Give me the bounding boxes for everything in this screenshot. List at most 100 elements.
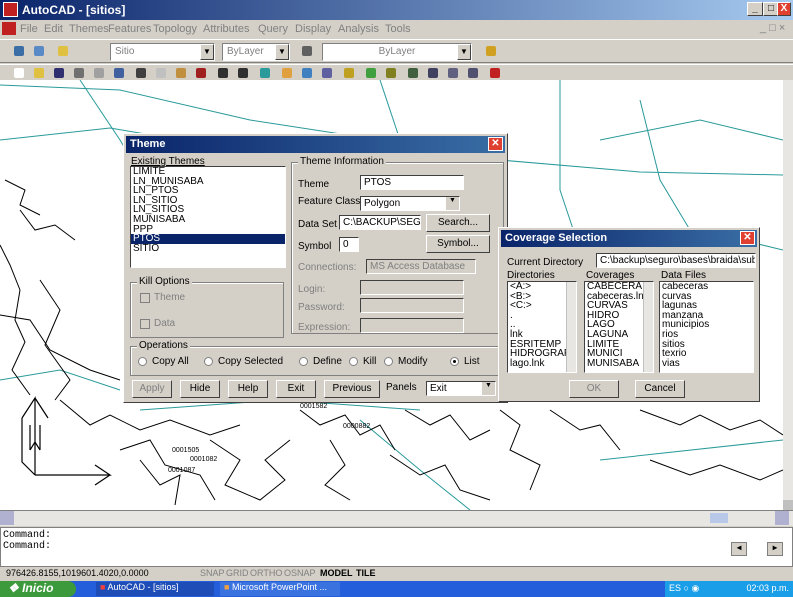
themes-list[interactable]: LIMITE LN_MUNISABA LN_PTOS LN_SITIO LN_S… [130,166,286,268]
directories-scrollbar[interactable] [566,282,576,372]
start-button[interactable]: ❖ Inicio [0,581,76,597]
map-label: 0001082 [190,456,217,463]
modify-radio[interactable] [384,357,393,366]
coverages-list[interactable]: CABECERA cabeceras.lnk CURVAS HIDRO LAGO… [584,281,654,373]
symbol-button[interactable]: Symbol... [426,235,490,253]
menu-analysis[interactable]: Analysis [338,23,379,35]
horizontal-scrollbar[interactable] [0,510,793,526]
layer-combo[interactable]: Sitio ▼ [110,43,215,61]
previous-button[interactable]: Previous [324,380,380,398]
coverages-scrollbar[interactable] [643,282,653,372]
powerpoint-task-icon: ■ [224,582,232,592]
chevron-down-icon[interactable]: ▼ [457,44,471,60]
hide-button[interactable]: Hide [180,380,220,398]
feature-class-select[interactable]: Polygon ▼ [360,196,460,211]
close-button[interactable]: X [777,2,791,16]
coordinates: 976426.8155,1019601.4020,0.0000 [6,568,149,578]
define-radio[interactable] [299,357,308,366]
properties-icon[interactable] [482,42,500,60]
minimize-button[interactable]: _ [747,2,763,16]
ok-button[interactable]: OK [569,380,619,398]
task-autocad[interactable]: ■ AutoCAD - [sitios] [96,582,214,596]
list-item[interactable]: MUNISABA [131,215,285,225]
panels-select[interactable]: Exit ▼ [426,381,496,396]
map-label: 0001582 [300,403,327,410]
kill-data-checkbox[interactable] [140,319,150,329]
search-button[interactable]: Search... [426,214,490,232]
apply-button[interactable]: Apply [132,380,172,398]
expression-field [360,318,464,333]
linetype-combo[interactable]: ByLayer ▼ [322,43,472,61]
list-radio[interactable] [450,357,459,366]
connections-label: Connections: [298,262,357,273]
menu-themes[interactable]: Themes [69,23,109,35]
menu-file[interactable]: File [20,23,38,35]
menu-edit[interactable]: Edit [44,23,63,35]
kill-options-group: Kill Options [130,276,284,338]
datafiles-list[interactable]: cabeceras curvas lagunas manzana municip… [659,281,754,373]
copy-all-radio[interactable] [138,357,147,366]
color-combo[interactable]: ByLayer ▼ [222,43,290,61]
grid-toggle[interactable]: GRID [226,568,249,578]
directories-label: Directories [507,270,555,281]
task-powerpoint[interactable]: ■ Microsoft PowerPoint ... [220,582,340,596]
menu-display[interactable]: Display [295,23,331,35]
chevron-down-icon[interactable]: ▼ [275,44,289,60]
model-toggle[interactable]: MODEL [320,568,353,578]
command-window[interactable]: Command: Command: ◀ ▶ [0,527,793,567]
network-icon[interactable]: ○ ◉ [684,583,700,593]
kill-radio[interactable] [349,357,358,366]
theme-field[interactable]: PTOS [360,175,464,190]
doc-controls[interactable]: _ □ × [760,22,785,34]
list-item[interactable]: SITIO [131,243,285,254]
exit-button[interactable]: Exit [276,380,316,398]
linetype-icon[interactable] [298,42,316,60]
snap-toggle[interactable]: SNAP [200,568,225,578]
scroll-down-icon[interactable] [783,500,793,510]
dataset-field[interactable]: C:\BACKUP\SEG [339,215,421,230]
ortho-toggle[interactable]: ORTHO [250,568,282,578]
tile-toggle[interactable]: TILE [356,568,376,578]
close-icon[interactable]: ✕ [740,231,755,245]
list-item[interactable]: vias [660,358,753,369]
layer-prev-icon[interactable] [30,42,48,60]
menu-tools[interactable]: Tools [385,23,411,35]
kill-theme-checkbox[interactable] [140,293,150,303]
chevron-down-icon[interactable]: ▼ [200,44,214,60]
cmd-scroll-left-icon[interactable]: ◀ [731,542,747,556]
help-button[interactable]: Help [228,380,268,398]
menu-features[interactable]: Features [108,23,151,35]
doc-icon [2,22,16,35]
chevron-down-icon[interactable]: ▼ [446,197,459,210]
osnap-toggle[interactable]: OSNAP [284,568,316,578]
scroll-left-icon[interactable] [0,511,14,525]
coverage-dialog: Coverage Selection ✕ Current Directory C:… [498,227,760,402]
coverage-dialog-title: Coverage Selection ✕ [501,230,757,247]
copy-selected-label: Copy Selected [218,356,284,367]
connections-select: MS Access Database [366,259,476,274]
layers-icon[interactable] [10,42,28,60]
current-dir-field[interactable]: C:\backup\seguro\bases\braida\subirar [596,253,756,268]
chevron-down-icon[interactable]: ▼ [482,382,495,395]
close-icon[interactable]: ✕ [488,137,503,151]
directories-list[interactable]: <A:> <B:> <C:> . .. lnk ESRITEMP HIDROGR… [507,281,577,373]
login-label: Login: [298,284,326,295]
properties-toolbar: Sitio ▼ ByLayer ▼ ByLayer ▼ [0,39,793,63]
cancel-button[interactable]: Cancel [635,380,685,398]
map-label: 0001505 [172,447,199,454]
menu-bar: File Edit Themes Features Topology Attri… [0,20,793,38]
cmd-scroll-right-icon[interactable]: ▶ [767,542,783,556]
copy-selected-radio[interactable] [204,357,213,366]
autocad-app-icon [3,2,18,17]
menu-attributes[interactable]: Attributes [203,23,249,35]
scroll-thumb[interactable] [710,513,728,523]
kill-label: Kill [363,356,377,367]
symbol-field[interactable]: 0 [339,237,359,252]
current-dir-label: Current Directory [507,257,584,268]
windows-logo-icon: ❖ [8,581,23,595]
menu-query[interactable]: Query [258,23,288,35]
menu-topology[interactable]: Topology [153,23,197,35]
vertical-scrollbar[interactable] [783,80,793,510]
language-indicator[interactable]: ES [669,583,681,593]
scroll-right-icon[interactable] [775,511,789,525]
